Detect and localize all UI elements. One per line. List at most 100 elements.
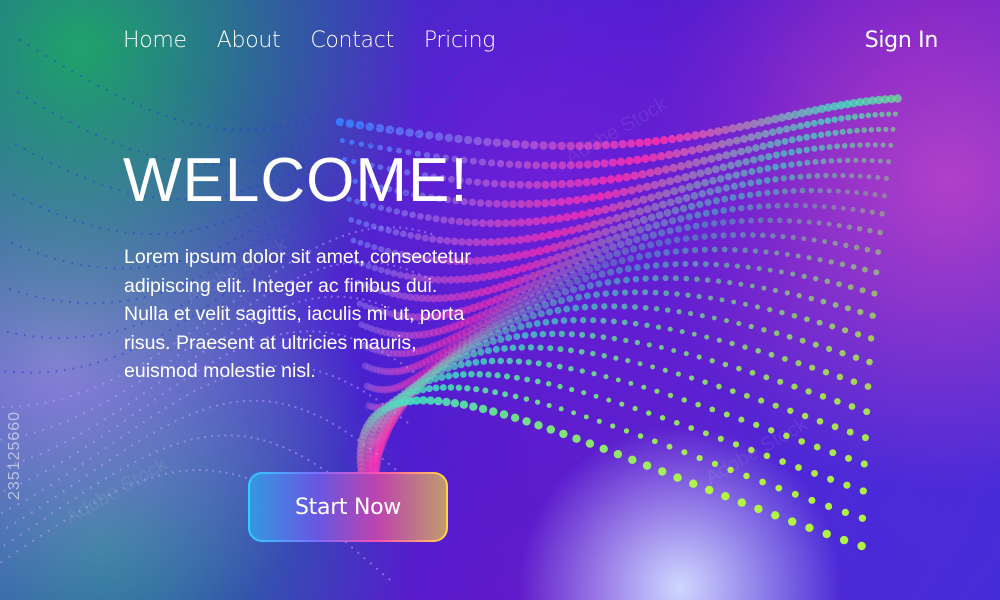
wave-dot: [88, 427, 91, 430]
wave-dot: [627, 255, 635, 263]
wave-dot: [34, 295, 37, 298]
wave-dot: [238, 474, 241, 477]
wave-dot: [464, 135, 473, 145]
wave-dot: [229, 401, 232, 404]
wave-dot: [662, 189, 671, 198]
wave-dot: [381, 402, 384, 405]
wave-dot: [186, 394, 189, 397]
wave-dot: [561, 288, 570, 296]
wave-dot: [610, 423, 616, 429]
wave-dot: [486, 219, 495, 228]
wave-dot: [365, 122, 375, 131]
wave-dot: [843, 242, 849, 248]
wave-dot: [743, 472, 750, 480]
wave-dot: [396, 124, 399, 128]
wave-dot: [473, 386, 480, 393]
nav-pricing[interactable]: Pricing: [424, 28, 496, 53]
wave-dot: [694, 211, 702, 219]
wave-dot: [416, 133, 419, 136]
sign-in-link[interactable]: Sign In: [865, 28, 939, 53]
wave-dot: [677, 215, 685, 223]
wave-dot: [532, 161, 541, 170]
wave-dot: [618, 256, 626, 265]
wave-dot: [631, 197, 641, 206]
wave-dot: [644, 251, 652, 259]
wave-dot: [600, 159, 609, 168]
wave-dot: [723, 411, 730, 418]
nav-home[interactable]: Home: [123, 28, 187, 53]
wave-dot: [752, 144, 760, 152]
wave-dot: [455, 217, 464, 226]
wave-dot: [127, 402, 130, 405]
wave-dot: [108, 331, 111, 334]
wave-dot: [616, 223, 625, 232]
wave-dot: [801, 236, 807, 242]
wave-dot: [335, 126, 338, 129]
wave-dot: [808, 496, 816, 504]
wave-dot: [777, 217, 783, 224]
wave-dot: [141, 456, 144, 460]
wave-dot: [765, 153, 773, 161]
wave-dot: [688, 171, 698, 180]
wave-dot: [70, 484, 73, 488]
wave-dot: [860, 460, 868, 468]
wave-dot: [562, 213, 572, 222]
wave-dot: [375, 452, 378, 455]
wave-dot: [791, 490, 799, 498]
wave-dot: [611, 189, 621, 198]
wave-dot: [417, 54, 420, 57]
wave-dot: [605, 235, 614, 244]
wave-dot: [666, 227, 674, 235]
wave-dot: [419, 396, 428, 405]
wave-dot: [857, 173, 863, 179]
wave-dot: [586, 282, 594, 290]
wave-dot: [682, 235, 690, 242]
wave-dot: [23, 148, 26, 151]
wave-dot: [494, 372, 501, 379]
wave-dot: [829, 449, 837, 457]
wave-dot: [96, 423, 99, 426]
wave-dot: [789, 174, 796, 181]
wave-dot: [294, 122, 297, 125]
wave-dot: [210, 435, 213, 438]
wave-dot: [179, 398, 182, 401]
wave-dot: [3, 544, 6, 547]
wave-dot: [817, 118, 825, 126]
wave-dot: [558, 161, 567, 170]
wave-dot: [841, 508, 850, 517]
wave-dot: [468, 198, 477, 206]
wave-dot: [263, 439, 266, 442]
wave-dot: [522, 417, 531, 426]
wave-dot: [569, 285, 578, 294]
wave-dot: [511, 139, 520, 149]
wave-dot: [720, 219, 727, 226]
wave-dot: [846, 224, 853, 230]
nav-contact[interactable]: Contact: [310, 28, 394, 53]
wave-dot: [679, 329, 685, 335]
wave-dot: [570, 211, 579, 220]
wave-dot: [41, 488, 44, 491]
wave-dot: [171, 402, 174, 405]
wave-dot: [429, 129, 432, 132]
start-now-button[interactable]: Start Now: [248, 472, 448, 542]
wave-dot: [494, 219, 503, 228]
wave-dot: [69, 455, 72, 459]
nav-about[interactable]: About: [217, 28, 281, 53]
wave-dot: [788, 161, 795, 168]
wave-dot: [849, 173, 855, 179]
wave-dot: [632, 320, 639, 327]
wave-dot: [688, 375, 695, 381]
wave-dot: [787, 407, 794, 414]
wave-dot: [886, 159, 892, 165]
wave-dot: [871, 290, 878, 297]
wave-dot: [557, 197, 566, 207]
wave-dot: [585, 208, 595, 217]
wave-dot: [405, 128, 414, 137]
wave-dot: [116, 424, 119, 428]
wave-dot: [857, 308, 864, 315]
wave-dot: [363, 557, 366, 560]
wave-dot: [338, 426, 341, 429]
wave-dot: [198, 227, 201, 231]
wave-dot: [67, 170, 70, 173]
wave-dot: [9, 507, 12, 510]
